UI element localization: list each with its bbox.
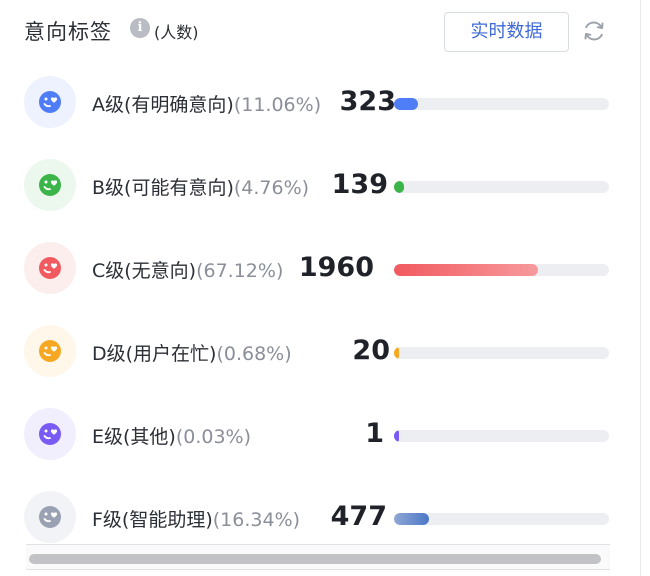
intent-percentage: (67.12%) [196,260,284,282]
intent-progress-fill [394,181,405,193]
panel-header: 意向标签 i (人数) 实时数据 [24,12,614,52]
intent-name: B级(可能有意向) [92,177,234,199]
intent-progress-fill [394,347,399,359]
scrollbar-thumb[interactable] [29,554,601,564]
intent-progress-fill [394,430,399,442]
intent-progress-fill [394,98,418,110]
panel-divider [640,0,641,576]
intent-progress-fill [394,264,539,276]
smile-heart-icon [39,423,61,445]
intent-percentage: (0.68%) [216,343,292,365]
intent-name: D级(用户在忙) [92,343,217,365]
intent-avatar [24,76,76,128]
intent-percentage: (16.34%) [212,509,301,531]
intent-percentage: (0.03%) [175,426,252,448]
intent-name: E级(其他) [92,426,176,448]
intent-avatar [24,408,76,460]
horizontal-scrollbar[interactable] [26,544,610,570]
intent-row: B级(可能有意向)(4.76%) 139 [24,157,614,213]
realtime-data-button[interactable]: 实时数据 [444,12,569,52]
intent-row: A级(有明确意向)(11.06%) 323 [24,74,614,130]
intent-label: A级(有明确意向)(11.06%) [92,90,321,117]
refresh-icon[interactable] [581,18,607,44]
smile-heart-icon [39,506,61,528]
intent-count: 1 [365,418,384,449]
panel-title: 意向标签 [24,20,112,44]
smile-heart-icon [39,91,61,113]
intent-label: D级(用户在忙)(0.68%) [92,339,292,366]
intent-count: 1960 [298,252,374,283]
intent-count: 20 [352,335,390,366]
smile-heart-icon [39,174,61,196]
intent-label: F级(智能助理)(16.34%) [92,505,300,532]
intent-avatar [24,491,76,543]
intent-count: 323 [339,86,396,117]
intent-tag-panel: 意向标签 i (人数) 实时数据 A级(有明确意向)(11.06%) 323 B级(… [0,0,640,576]
intent-avatar [24,242,76,294]
intent-name: C级(无意向) [92,260,197,282]
intent-progress-track [394,264,609,276]
intent-row: F级(智能助理)(16.34%) 477 [24,489,614,545]
intent-count: 139 [331,169,388,200]
intent-label: C级(无意向)(67.12%) [92,256,283,283]
intent-progress-track [394,181,609,193]
intent-progress-track [394,98,609,110]
intent-name: F级(智能助理) [92,509,213,531]
intent-count: 477 [330,501,387,532]
smile-heart-icon [39,257,61,279]
intent-progress-fill [394,513,430,525]
intent-name: A级(有明确意向) [92,94,234,116]
intent-label: B级(可能有意向)(4.76%) [92,173,309,200]
intent-avatar [24,325,76,377]
intent-avatar [24,159,76,211]
intent-label: E级(其他)(0.03%) [92,422,251,449]
intent-row: C级(无意向)(67.12%) 1960 [24,240,614,296]
intent-progress-track [394,430,609,442]
info-icon[interactable]: i [130,18,150,38]
intent-row: D级(用户在忙)(0.68%) 20 [24,323,614,379]
intent-progress-track [394,513,609,525]
intent-progress-track [394,347,609,359]
panel-subtitle: (人数) [154,23,199,42]
smile-heart-icon [39,340,61,362]
intent-row: E级(其他)(0.03%) 1 [24,406,614,462]
